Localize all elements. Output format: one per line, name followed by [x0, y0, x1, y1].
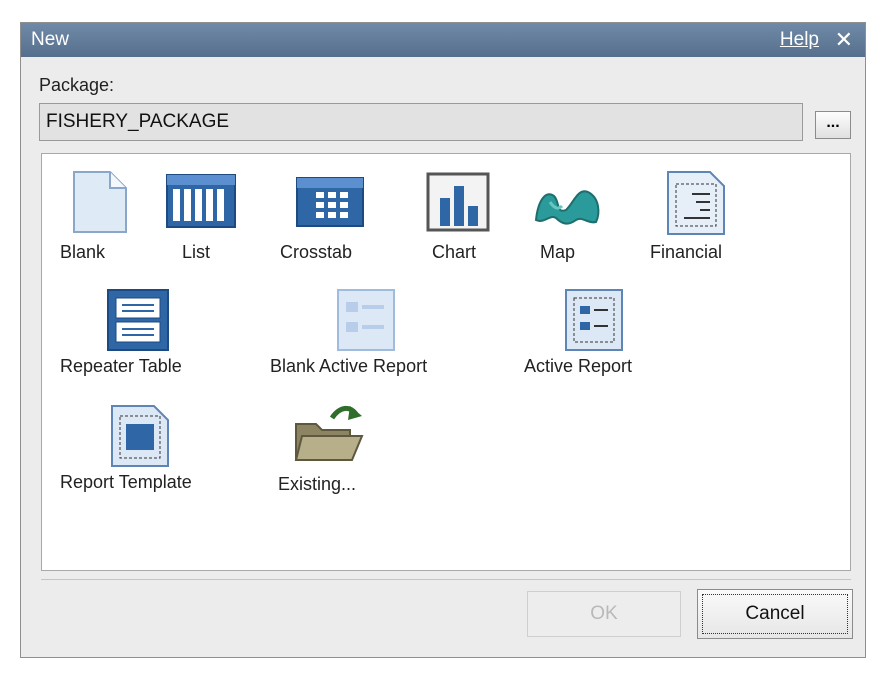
item-label: Financial — [650, 242, 723, 262]
item-map[interactable]: Map — [526, 170, 606, 270]
dialog-title: New — [31, 29, 70, 50]
browse-package-button[interactable]: ... — [815, 111, 851, 139]
help-link[interactable]: Help — [780, 29, 819, 51]
divider — [41, 579, 851, 580]
cancel-button[interactable]: Cancel — [697, 589, 853, 639]
crosstab-icon — [296, 177, 364, 227]
repeater-table-icon — [107, 289, 169, 351]
list-icon — [166, 174, 236, 228]
map-icon — [534, 190, 600, 225]
item-label: Map — [540, 242, 576, 262]
chart-icon — [426, 172, 490, 232]
item-label: Crosstab — [280, 242, 353, 262]
item-label: Active Report — [524, 356, 633, 376]
item-active-report[interactable]: Active Report — [520, 286, 680, 386]
item-repeater-table[interactable]: Repeater Table — [54, 286, 214, 386]
item-label: Chart — [432, 242, 477, 262]
item-blank[interactable]: Blank — [54, 170, 144, 270]
blank-active-report-icon — [337, 289, 395, 351]
template-panel: Blank List Crosstab Chart Map Financial … — [41, 153, 851, 571]
package-label: Package: — [39, 75, 115, 95]
item-crosstab[interactable]: Crosstab — [274, 170, 384, 270]
new-dialog: New Help ✕ Package: FISHERY_PACKAGE ... … — [20, 22, 866, 658]
item-label: Blank — [60, 242, 106, 262]
blank-page-icon — [73, 171, 127, 233]
item-label: Existing... — [278, 474, 357, 494]
item-list[interactable]: List — [156, 170, 246, 270]
item-chart[interactable]: Chart — [420, 170, 500, 270]
item-label: Report Template — [60, 472, 192, 492]
focus-ring — [702, 594, 848, 634]
item-label: List — [182, 242, 211, 262]
item-existing[interactable]: Existing... — [262, 402, 412, 502]
open-folder-icon — [294, 406, 364, 461]
dialog-titlebar[interactable]: New Help ✕ — [21, 23, 865, 57]
item-blank-active-report[interactable]: Blank Active Report — [264, 286, 474, 386]
item-label: Blank Active Report — [270, 356, 428, 376]
active-report-icon — [565, 289, 623, 351]
close-icon[interactable]: ✕ — [835, 27, 853, 53]
report-template-icon — [111, 405, 169, 467]
item-label: Repeater Table — [60, 356, 182, 376]
ok-button[interactable]: OK — [527, 591, 681, 637]
item-financial[interactable]: Financial — [646, 170, 746, 270]
item-report-template[interactable]: Report Template — [54, 402, 224, 502]
financial-icon — [667, 171, 725, 235]
package-field[interactable]: FISHERY_PACKAGE — [39, 103, 803, 141]
